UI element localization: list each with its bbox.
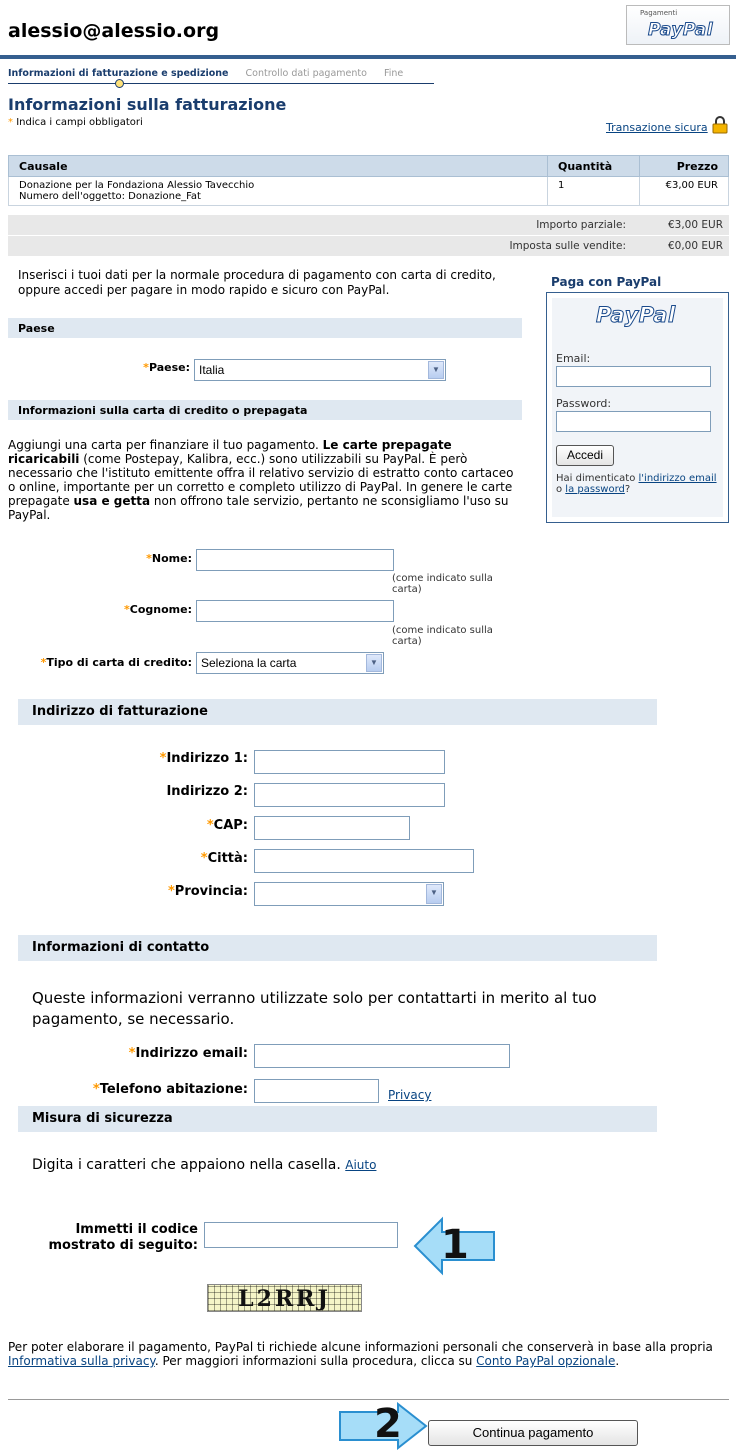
password-label: Password:	[556, 397, 612, 410]
phone-label: *Telefono abitazione:	[92, 1082, 248, 1097]
zip-input[interactable]	[254, 816, 410, 840]
country-select[interactable]: Italia ▼	[194, 359, 446, 381]
intro-text: Inserisci i tuoi dati per la normale pro…	[18, 268, 496, 297]
paypal-logo: PayPal	[596, 303, 676, 328]
privacy-policy-link[interactable]: Informativa sulla privacy	[8, 1354, 155, 1368]
chevron-down-icon: ▼	[366, 654, 382, 672]
captcha-label: Immetti il codice mostrato di seguito:	[48, 1222, 199, 1253]
merchant-title: alessio@alessio.org	[8, 20, 220, 42]
forgot-password-link[interactable]: la password	[565, 484, 625, 495]
tax-row: Imposta sulle vendite: €0,00 EUR	[8, 236, 729, 256]
page-title: Informazioni sulla fatturazione	[8, 95, 287, 114]
section-card: Informazioni sulla carta di credito o pr…	[8, 400, 522, 420]
card-type-label: *Tipo di carta di credito:	[40, 656, 192, 669]
contact-email-input[interactable]	[254, 1044, 510, 1068]
forgot-email-link[interactable]: l'indirizzo email	[639, 473, 717, 484]
section-billing: Indirizzo di fatturazione	[18, 699, 657, 725]
province-select[interactable]: ▼	[254, 882, 444, 906]
card-type-select[interactable]: Seleziona la carta ▼	[196, 652, 384, 674]
paypal-login-box: PayPal Email: Password: Accedi Hai dimen…	[546, 292, 729, 523]
section-security: Misura di sicurezza	[18, 1106, 657, 1132]
login-button[interactable]: Accedi	[556, 445, 614, 466]
address2-input[interactable]	[254, 783, 445, 807]
required-note: * Indica i campi obbligatori	[8, 117, 143, 128]
as-on-card-note: (come indicato sulla carta)	[392, 625, 493, 647]
last-name-input[interactable]	[196, 600, 394, 622]
header-divider	[0, 55, 736, 59]
optional-account-link[interactable]: Conto PayPal opzionale	[476, 1354, 615, 1368]
paypal-logo: PayPal	[647, 20, 714, 41]
surname-label: *Cognome:	[124, 603, 192, 616]
footer-note: Per poter elaborare il pagamento, PayPal…	[8, 1340, 713, 1368]
login-password-input[interactable]	[556, 411, 711, 432]
login-email-input[interactable]	[556, 366, 711, 387]
country-label: *Paese:	[143, 361, 190, 374]
forgot-credentials: Hai dimenticato l'indirizzo email o la p…	[556, 473, 717, 495]
col-causale: Causale	[8, 155, 548, 177]
as-on-card-note: (come indicato sulla carta)	[392, 573, 493, 595]
contact-info-text: Queste informazioni verranno utilizzate …	[32, 989, 597, 1028]
city-label: *Città:	[200, 851, 248, 866]
paypal-badge: Pagamenti PayPal	[626, 5, 730, 45]
step-billing: Informazioni di fatturazione e spedizion…	[8, 68, 229, 79]
order-table: Causale Quantità Prezzo Donazione per la…	[8, 155, 730, 206]
email-label: *Indirizzo email:	[128, 1046, 248, 1061]
step-review: Controllo dati pagamento	[245, 68, 367, 79]
address1-input[interactable]	[254, 750, 445, 774]
privacy-link[interactable]: Privacy	[388, 1088, 431, 1102]
sidebar-title: Paga con PayPal	[551, 275, 662, 289]
progress-marker	[115, 79, 124, 88]
address2-label: Indirizzo 2:	[166, 784, 248, 799]
province-label: *Provincia:	[167, 884, 248, 899]
lock-icon	[712, 116, 728, 134]
chevron-down-icon: ▼	[428, 361, 444, 379]
captcha-image: L2RRJ	[207, 1284, 362, 1312]
name-label: *Nome:	[146, 552, 192, 565]
card-info-text: Aggiungi una carta per finanziare il tuo…	[8, 438, 514, 522]
zip-label: *CAP:	[206, 818, 248, 833]
badge-caption: Pagamenti	[640, 9, 678, 17]
phone-input[interactable]	[254, 1079, 379, 1103]
step-number-1: 1	[441, 1222, 469, 1268]
step-done: Fine	[383, 68, 404, 79]
secure-transaction-link[interactable]: Transazione sicura	[606, 121, 708, 134]
table-row: Donazione per la Fondaziona Alessio Tave…	[8, 176, 730, 206]
item-description: Donazione per la Fondaziona Alessio Tave…	[8, 176, 548, 206]
continue-payment-button[interactable]: Continua pagamento	[428, 1420, 638, 1446]
item-price: €3,00 EUR	[638, 176, 730, 206]
progress-line	[8, 83, 434, 84]
subtotal-row: Importo parziale: €3,00 EUR	[8, 215, 729, 235]
step-number-2: 2	[374, 1401, 402, 1447]
city-input[interactable]	[254, 849, 474, 873]
email-label: Email:	[556, 352, 591, 365]
chevron-down-icon: ▼	[426, 884, 442, 904]
address1-label: *Indirizzo 1:	[159, 751, 248, 766]
footer-divider	[8, 1399, 729, 1400]
col-quantita: Quantità	[547, 155, 640, 177]
item-quantity: 1	[547, 176, 640, 206]
progress-steps: Informazioni di fatturazione e spedizion…	[8, 68, 417, 79]
section-contact: Informazioni di contatto	[18, 935, 657, 961]
col-prezzo: Prezzo	[638, 155, 730, 177]
first-name-input[interactable]	[196, 549, 394, 571]
security-text: Digita i caratteri che appaiono nella ca…	[32, 1157, 377, 1173]
help-link[interactable]: Aiuto	[345, 1158, 376, 1172]
captcha-input[interactable]	[204, 1222, 398, 1248]
section-country: Paese	[8, 318, 522, 338]
